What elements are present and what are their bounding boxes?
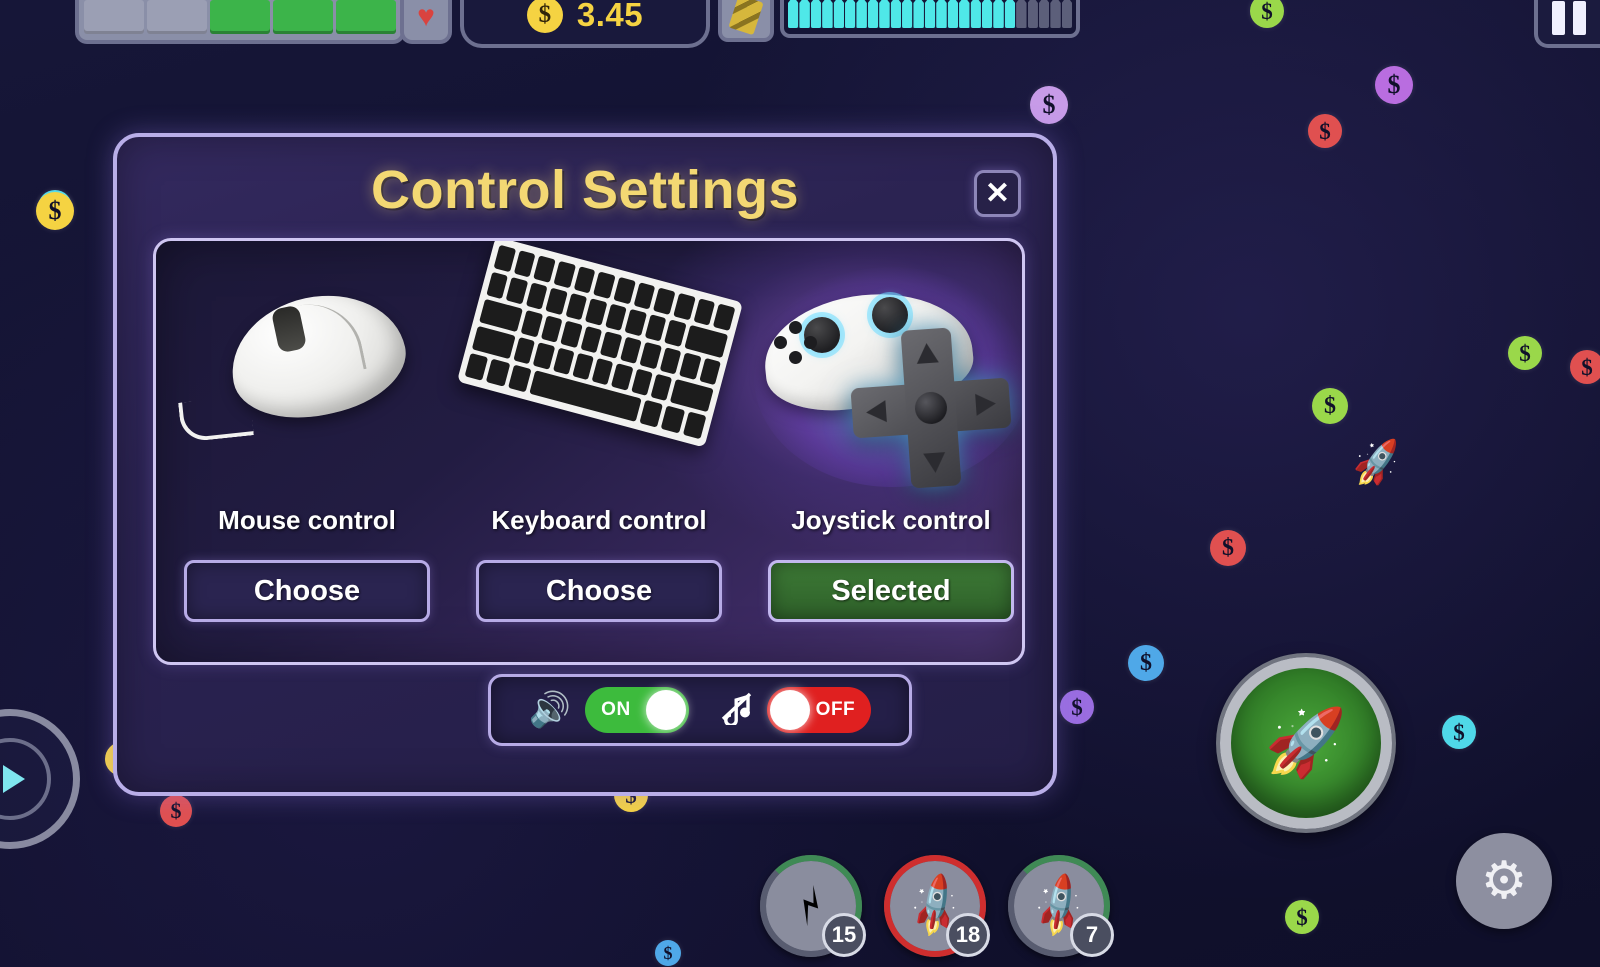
gamepad-icon — [746, 249, 1022, 497]
option-label: Joystick control — [791, 505, 991, 535]
speaker-icon: 🔊 — [528, 691, 572, 729]
mouse-cord — [178, 395, 254, 443]
coin-icon: $ — [1312, 388, 1348, 424]
close-icon[interactable]: ✕ — [974, 170, 1021, 217]
coin-icon: $ — [1308, 114, 1342, 148]
mouse-icon — [162, 249, 452, 497]
music-toggle[interactable]: OFF — [767, 687, 872, 733]
music-toggle-knob — [770, 690, 811, 730]
sound-toggle[interactable]: ON — [585, 687, 690, 733]
option-mouse-control[interactable]: Mouse control Choose — [162, 241, 452, 662]
coin-icon: $ — [1128, 645, 1164, 681]
keyboard-body — [456, 241, 744, 448]
gear-wrench-icon: ⚙ — [1480, 852, 1528, 910]
coin-icon: $ — [1442, 715, 1476, 749]
coin-icon: $ — [1060, 690, 1094, 724]
coin-icon: $ — [1375, 66, 1413, 104]
pause-button[interactable] — [1534, 0, 1600, 48]
joystick-direction-arrow — [3, 765, 25, 793]
music-setting: OFF — [719, 687, 872, 733]
fire-button[interactable]: 🚀 — [1220, 657, 1392, 829]
keyboard-choose-button[interactable]: Choose — [476, 560, 722, 622]
coin-icon: $ — [1210, 530, 1246, 566]
weapon-slot-1[interactable]: 🗲 15 — [760, 855, 866, 957]
weapon-slot-2[interactable]: 🚀 18 — [884, 855, 990, 957]
sound-toggle-label: ON — [601, 699, 631, 720]
control-options-panel: Mouse control Choose Keyboard control Ch… — [153, 238, 1025, 665]
option-label: Mouse control — [218, 505, 396, 535]
coin-icon: $ — [1508, 336, 1542, 370]
coin-icon: $ — [160, 795, 192, 827]
coin-icon: $ — [1030, 86, 1068, 124]
gamepad-right-stick — [872, 297, 908, 333]
coin-icon: $ — [36, 192, 74, 230]
gamepad-face-buttons — [774, 321, 818, 365]
option-keyboard-control[interactable]: Keyboard control Choose — [454, 241, 744, 662]
option-joystick-control[interactable]: Joystick control Selected — [746, 241, 1022, 662]
pause-bar-right — [1573, 1, 1586, 35]
control-settings-dialog: Control Settings ✕ Mouse control Choose — [113, 133, 1057, 796]
pause-bar-left — [1552, 1, 1565, 35]
weapon-slot-3[interactable]: 🚀 7 — [1008, 855, 1114, 957]
settings-button[interactable]: ⚙ — [1456, 833, 1552, 929]
coin-icon: $ — [1570, 350, 1600, 384]
coin-icon: $ — [655, 940, 681, 966]
weapon-count: 15 — [822, 913, 866, 957]
music-toggle-label: OFF — [815, 699, 856, 720]
rocket-fire-icon: 🚀 — [1264, 705, 1348, 779]
sound-toggle-knob — [646, 690, 687, 730]
keyboard-icon — [454, 241, 744, 497]
page-title: Control Settings — [371, 160, 799, 220]
mouse-choose-button[interactable]: Choose — [184, 560, 430, 622]
audio-settings-bar: 🔊 ON OFF — [488, 674, 912, 746]
option-label: Keyboard control — [491, 505, 707, 535]
coin-icon: $ — [1285, 900, 1319, 934]
joystick-inner — [0, 738, 51, 820]
music-note-muted-icon — [719, 689, 753, 731]
joystick-selected-button[interactable]: Selected — [768, 560, 1014, 622]
flying-rocket-icon: 🚀 — [1349, 438, 1405, 490]
sound-setting: 🔊 ON — [528, 687, 690, 733]
dpad-arrows — [866, 343, 996, 473]
weapon-selector: 🗲 15 🚀 18 🚀 7 — [760, 855, 1114, 957]
weapon-count: 18 — [946, 913, 990, 957]
weapon-count: 7 — [1070, 913, 1114, 957]
dpad-icon — [847, 324, 1016, 493]
